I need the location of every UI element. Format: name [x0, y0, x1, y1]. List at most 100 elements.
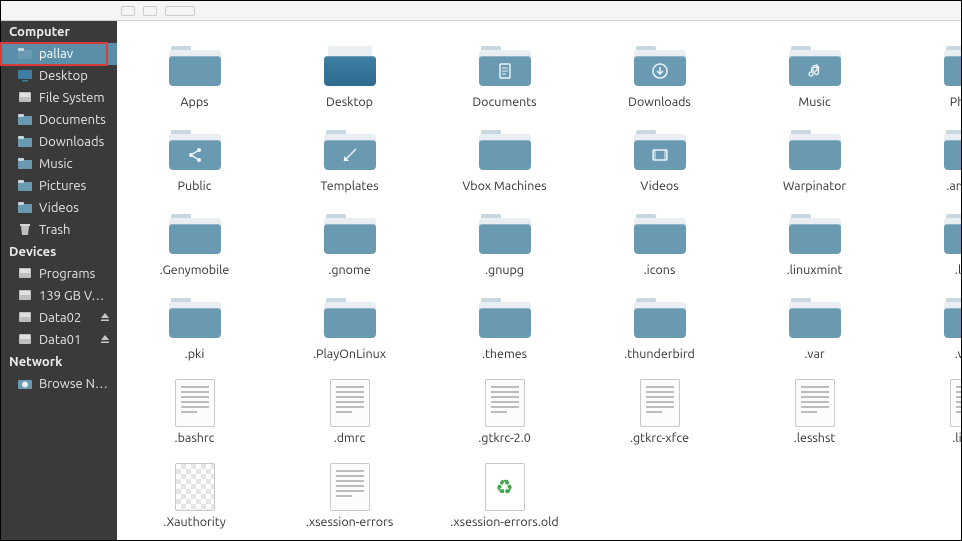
folder-item[interactable]: .gnupg — [427, 203, 582, 287]
checkerfile-icon — [167, 463, 223, 511]
sidebar-item-label: File System — [39, 91, 105, 105]
sidebar-item[interactable]: Videos — [1, 197, 117, 219]
folder-icon — [17, 200, 33, 217]
item-label: Videos — [640, 179, 678, 193]
folder-icon — [787, 211, 843, 259]
home-icon — [17, 46, 33, 63]
sidebar-item[interactable]: pallav — [1, 43, 117, 65]
recyclefile-icon: ♻ — [477, 463, 533, 511]
disk-icon — [17, 288, 33, 305]
folder-item[interactable]: Downloads — [582, 35, 737, 119]
item-label: .gnome — [328, 263, 370, 277]
sidebar-item[interactable]: Music — [1, 153, 117, 175]
network-icon — [17, 376, 33, 393]
item-label: .bashrc — [175, 431, 215, 445]
file-item[interactable]: .Xauthority — [117, 455, 272, 539]
sidebar-item[interactable]: Data02 — [1, 307, 117, 329]
toolbar-button[interactable] — [143, 6, 157, 16]
item-label: .PlayOnLinux — [313, 347, 386, 361]
folder-item[interactable]: .android — [892, 119, 961, 203]
folder-item[interactable]: .gnome — [272, 203, 427, 287]
folder-icon — [322, 211, 378, 259]
item-label: .lesshst — [794, 431, 836, 445]
sidebar-item[interactable]: File System — [1, 87, 117, 109]
folder-icon — [17, 134, 33, 151]
file-item[interactable]: .linssh — [892, 371, 961, 455]
item-label: Warpinator — [783, 179, 846, 193]
sidebar-item[interactable]: Pictures — [1, 175, 117, 197]
folder-item[interactable]: Public — [117, 119, 272, 203]
sidebar-section-header: Computer — [1, 21, 117, 43]
sidebar-item[interactable]: Data01 — [1, 329, 117, 351]
item-label: .gtkrc-xfce — [630, 431, 689, 445]
file-item[interactable]: .xsession-errors — [272, 455, 427, 539]
folder-item[interactable]: .PlayOnLinux — [272, 287, 427, 371]
folder-item[interactable]: .pki — [117, 287, 272, 371]
folder-icon — [17, 156, 33, 173]
item-label: .thunderbird — [624, 347, 695, 361]
folder-item[interactable]: .icons — [582, 203, 737, 287]
file-item[interactable]: .gtkrc-xfce — [582, 371, 737, 455]
folder-item[interactable]: .local — [892, 203, 961, 287]
toolbar-pathbar[interactable] — [165, 6, 195, 16]
eject-icon[interactable] — [99, 311, 111, 326]
folder-item[interactable]: .wine — [892, 287, 961, 371]
toolbar-button[interactable] — [121, 6, 135, 16]
folder-item[interactable]: Music — [737, 35, 892, 119]
eject-icon[interactable] — [99, 333, 111, 348]
folder-item[interactable]: .thunderbird — [582, 287, 737, 371]
sidebar-section-header: Network — [1, 351, 117, 373]
folder-item[interactable]: Apps — [117, 35, 272, 119]
folder-item[interactable]: Videos — [582, 119, 737, 203]
folder-icon — [167, 295, 223, 343]
sidebar-item-label: Data01 — [39, 333, 81, 347]
sidebar-item[interactable]: Downloads — [1, 131, 117, 153]
file-item[interactable]: .lesshst — [737, 371, 892, 455]
folder-desktop-icon — [322, 43, 378, 91]
folder-item[interactable]: .var — [737, 287, 892, 371]
item-label: .pki — [185, 347, 205, 361]
folder-icon — [322, 127, 378, 175]
folder-item[interactable]: .themes — [427, 287, 582, 371]
file-item[interactable]: .gtkrc-2.0 — [427, 371, 582, 455]
folder-item[interactable]: .linuxmint — [737, 203, 892, 287]
textfile-icon — [322, 379, 378, 427]
file-item[interactable]: .dmrc — [272, 371, 427, 455]
folder-icon — [787, 127, 843, 175]
item-label: .gtkrc-2.0 — [478, 431, 531, 445]
folder-item[interactable]: Photos — [892, 35, 961, 119]
file-item[interactable]: .bashrc — [117, 371, 272, 455]
folder-item[interactable]: Documents — [427, 35, 582, 119]
sidebar-item[interactable]: Trash — [1, 219, 117, 241]
folder-icon — [477, 295, 533, 343]
item-label: Downloads — [628, 95, 691, 109]
folder-item[interactable]: Vbox Machines — [427, 119, 582, 203]
disk-icon — [17, 310, 33, 327]
folder-icon — [787, 43, 843, 91]
sidebar-item-label: Trash — [39, 223, 70, 237]
folder-item[interactable]: Templates — [272, 119, 427, 203]
sidebar-item[interactable]: 139 GB V… — [1, 285, 117, 307]
sidebar-item[interactable]: Browse N… — [1, 373, 117, 395]
sidebar-item[interactable]: Desktop — [1, 65, 117, 87]
sidebar-item[interactable]: Programs — [1, 263, 117, 285]
folder-item[interactable]: Desktop — [272, 35, 427, 119]
sidebar-item[interactable]: Documents — [1, 109, 117, 131]
item-label: .gnupg — [485, 263, 524, 277]
sidebar-item-label: Videos — [39, 201, 79, 215]
item-label: .xsession-errors.old — [450, 515, 558, 529]
textfile-icon — [942, 379, 962, 427]
content-pane[interactable]: Apps Desktop Documents Downloads Music P… — [117, 21, 961, 540]
file-item[interactable]: ♻ .xsession-errors.old — [427, 455, 582, 539]
folder-icon — [322, 295, 378, 343]
item-label: Desktop — [326, 95, 373, 109]
item-label: .local — [955, 263, 961, 277]
folder-icon — [477, 211, 533, 259]
sidebar-section-header: Devices — [1, 241, 117, 263]
sidebar-item-label: Pictures — [39, 179, 86, 193]
item-label: .var — [804, 347, 824, 361]
folder-item[interactable]: .Genymobile — [117, 203, 272, 287]
folder-item[interactable]: Warpinator — [737, 119, 892, 203]
disk-icon — [17, 266, 33, 283]
textfile-icon — [477, 379, 533, 427]
